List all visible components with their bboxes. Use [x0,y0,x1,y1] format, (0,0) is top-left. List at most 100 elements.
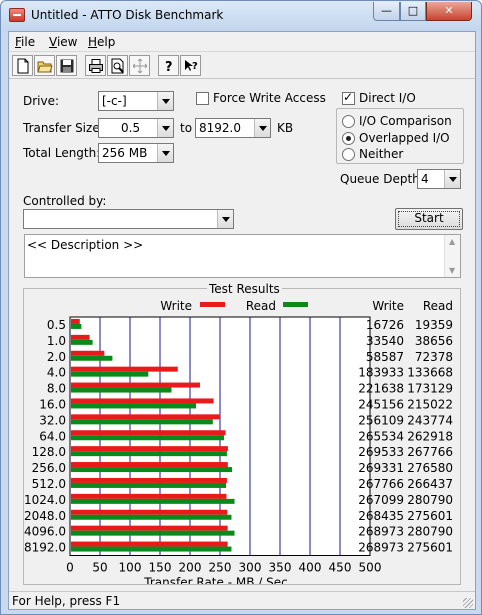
io-options-group: I/O Comparison Overlapped I/O Neither [336,108,464,164]
chevron-down-icon[interactable] [217,210,233,228]
scroll-up-icon[interactable]: ▲ [449,237,455,246]
x-axis-label: Transfer Rate - MB / Sec [143,576,287,585]
x-tick-label: 350 [269,561,292,575]
start-button[interactable]: Start [395,208,463,230]
chevron-down-icon[interactable] [254,119,270,137]
category-label: 1024.0 [24,493,66,507]
title-bar[interactable]: Untitled - ATTO Disk Benchmark — □ ✕ [1,1,481,31]
help-button[interactable]: ? [158,55,179,76]
chevron-down-icon[interactable] [157,119,173,137]
write-value: 267766 [358,477,404,491]
write-value: 33540 [366,334,404,348]
overlapped-io-label: Overlapped I/O [359,131,450,145]
read-value: 243774 [407,413,453,427]
queue-depth-value: 4 [421,172,429,186]
category-label: 2048.0 [24,509,66,523]
save-icon [60,59,73,72]
total-length-select[interactable]: 256 MB [98,143,174,163]
neither-radio[interactable] [342,148,355,161]
write-value: 267099 [358,493,404,507]
context-help-icon: ? [184,59,198,72]
chevron-down-icon[interactable] [157,92,173,110]
move-button[interactable] [129,55,150,76]
force-write-label: Force Write Access [213,91,326,105]
force-write-checkbox[interactable] [196,92,209,105]
resize-grip-icon[interactable] [463,598,473,608]
category-label: 64.0 [39,429,66,443]
results-chart: 0 50 100 150 200 250 300 350 400 450 500 Write Read W… [24,299,453,585]
write-value: 268435 [358,509,404,523]
read-value: 275601 [407,509,453,523]
write-bar [71,493,227,499]
write-column-header: Write [372,299,404,313]
controlled-by-select[interactable] [23,209,234,229]
scroll-down-icon[interactable]: ▼ [449,266,455,275]
read-bar [71,451,227,457]
write-bar [71,398,214,404]
maximize-button[interactable]: □ [400,2,426,21]
description-box[interactable]: << Description >> ▲ ▼ [24,234,461,278]
menu-view[interactable]: View [49,35,77,49]
direct-io-checkbox[interactable] [342,90,355,105]
atto-app-icon[interactable] [9,8,25,22]
menu-help[interactable]: Help [88,35,115,49]
write-bar [71,446,228,452]
category-label: 16.0 [39,397,66,411]
category-label: 8.0 [47,382,66,396]
save-button[interactable] [56,55,77,76]
read-value: 38656 [415,334,453,348]
category-label: 2.0 [47,350,66,364]
chevron-down-icon[interactable] [157,144,173,162]
focus-ring [398,211,460,227]
status-text: For Help, press F1 [12,594,121,608]
app-window: Untitled - ATTO Disk Benchmark — □ ✕ Fil… [0,0,482,615]
write-value: 269331 [358,461,404,475]
transfer-to-value: 8192.0 [199,121,241,135]
x-tick-label: 500 [359,561,382,575]
read-column-header: Read [423,299,453,313]
io-comparison-label: I/O Comparison [359,114,452,128]
write-bar [71,366,178,372]
write-value: 268973 [358,525,404,539]
legend-read-label: Read [246,299,276,313]
context-help-button[interactable]: ? [180,55,201,76]
print-button[interactable] [85,55,106,76]
transfer-to-select[interactable]: 8192.0 [195,118,271,138]
open-button[interactable] [34,55,55,76]
write-bar [71,334,90,340]
read-bar [71,339,93,345]
write-bar [71,382,200,388]
description-text: << Description >> [27,238,144,252]
read-bar [71,355,113,361]
description-scrollbar[interactable]: ▲ ▼ [444,235,460,277]
read-value: 266437 [407,477,453,491]
write-bar [71,477,227,483]
menu-file[interactable]: File [15,35,35,49]
write-value: 265534 [358,429,404,443]
read-value: 276580 [407,461,453,475]
write-bar [71,350,105,356]
minimize-button[interactable]: — [373,2,400,21]
read-value: 267766 [407,445,453,459]
print-preview-button[interactable] [107,55,128,76]
print-icon [88,58,103,73]
overlapped-io-radio[interactable] [342,132,355,145]
queue-depth-label: Queue Depth: [340,172,424,186]
io-comparison-radio[interactable] [342,115,355,128]
drive-select[interactable]: [-c-] [98,91,174,111]
new-button[interactable] [12,55,33,76]
chevron-down-icon[interactable] [444,170,460,188]
menu-help-rest: elp [97,35,116,49]
queue-depth-select[interactable]: 4 [417,169,461,189]
x-tick-label: 150 [149,561,172,575]
read-bar [71,546,232,552]
write-value: 16726 [366,318,404,332]
close-button[interactable]: ✕ [426,2,472,21]
window-title: Untitled - ATTO Disk Benchmark [31,8,224,22]
menu-view-accel: V [49,35,57,49]
write-value: 58587 [366,350,404,364]
legend-write-label: Write [160,299,192,313]
write-value: 269533 [358,445,404,459]
transfer-from-select[interactable]: 0.5 [98,118,174,138]
read-value: 173129 [407,382,453,396]
